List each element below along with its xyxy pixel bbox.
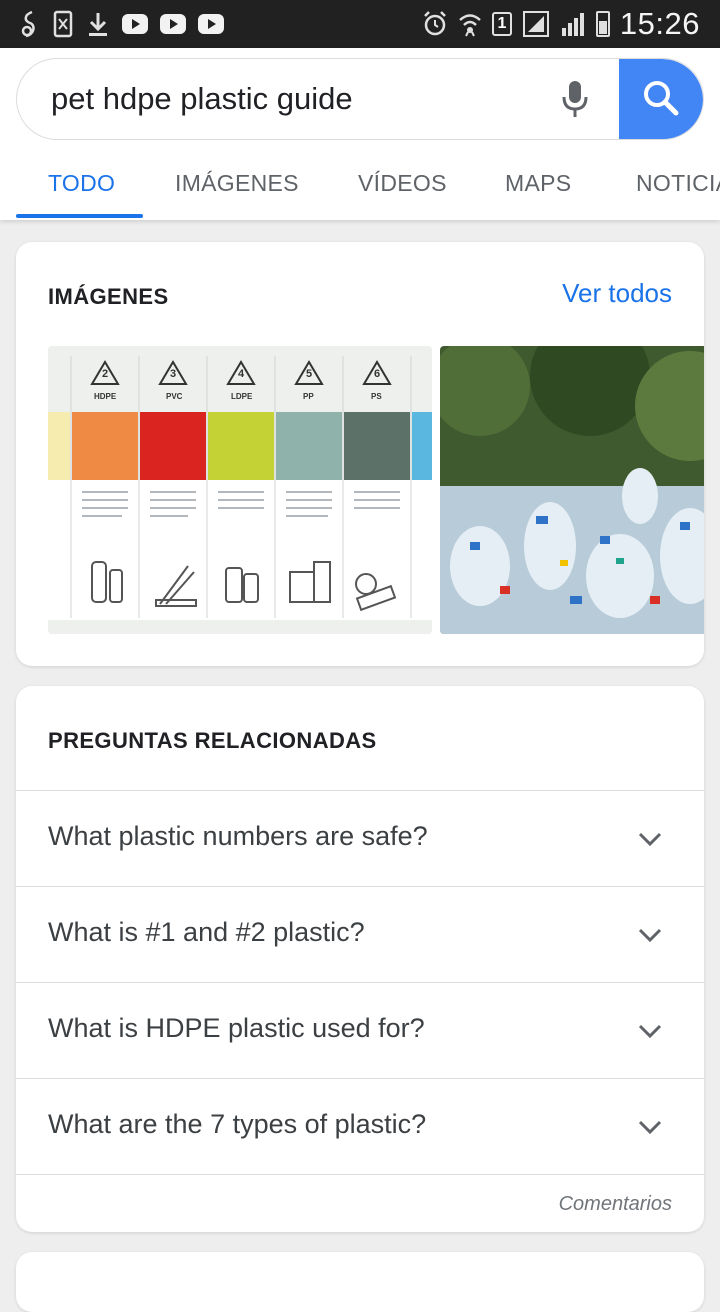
search-icon (641, 78, 681, 123)
question-row[interactable]: What is #1 and #2 plastic? (16, 886, 704, 982)
plastic-codes-chart-image (48, 346, 432, 634)
chevron-down-icon[interactable] (636, 1113, 664, 1141)
sim-slot-icon: 1 (491, 12, 512, 36)
chart-label-hdpe: HDPE (94, 392, 117, 401)
search-header: pet hdpe plastic guide TODO IMÁGENES VÍD… (0, 48, 720, 220)
next-result-card (16, 1252, 704, 1312)
clock: 15:26 (619, 6, 700, 41)
question-text: What are the 7 types of plastic? (48, 1109, 427, 1139)
system-icons: 1 15:26 (422, 6, 700, 42)
wifi-icon (458, 10, 482, 38)
chart-label-pp: PP (303, 392, 314, 401)
search-input[interactable]: pet hdpe plastic guide (51, 81, 353, 117)
feedback-row: Comentarios (16, 1174, 704, 1232)
chart-numbers-row: 2 3 4 5 6 (48, 368, 432, 382)
chart-number-3: 3 (170, 368, 177, 380)
chart-label-pvc: PVC (166, 392, 183, 401)
chart-labels-row: HDPE PVC LDPE PP PS (48, 392, 432, 404)
related-questions-card: PREGUNTAS RELACIONADAS What plastic numb… (16, 686, 704, 1232)
tab-noticias[interactable]: NOTICIAS (636, 170, 720, 197)
plastic-bottles-photo-thumbnail[interactable] (440, 346, 704, 634)
chart-number-6: 6 (374, 368, 381, 380)
chart-number-5: 5 (306, 368, 313, 380)
feedback-link[interactable]: Comentarios (559, 1193, 672, 1216)
youtube-icon (198, 14, 224, 34)
signal-bars-icon (560, 10, 586, 38)
plastic-bottles-photo (440, 346, 704, 634)
chart-label-ps: PS (371, 392, 382, 401)
status-bar: 1 15:26 (0, 0, 720, 48)
alarm-icon (422, 10, 448, 38)
chevron-down-icon[interactable] (636, 921, 664, 949)
audio-app-icon (18, 9, 40, 39)
images-card: IMÁGENES Ver todos HDPE PVC LDPE PP PS 2… (16, 242, 704, 666)
file-icon (52, 9, 74, 39)
chart-number-4: 4 (238, 368, 245, 380)
notification-icons (18, 8, 224, 40)
tab-imagenes[interactable]: IMÁGENES (175, 170, 299, 197)
question-row[interactable]: What are the 7 types of plastic? (16, 1078, 704, 1174)
see-all-link[interactable]: Ver todos (562, 278, 672, 309)
search-tabs: TODO IMÁGENES VÍDEOS MAPS NOTICIAS (0, 158, 720, 220)
chevron-down-icon[interactable] (636, 825, 664, 853)
chart-number-2: 2 (102, 368, 109, 380)
question-text: What is HDPE plastic used for? (48, 1013, 425, 1043)
signal-icon (522, 10, 550, 38)
tab-maps[interactable]: MAPS (505, 170, 571, 197)
battery-icon (595, 11, 610, 37)
microphone-icon[interactable] (557, 77, 593, 123)
chart-label-ldpe: LDPE (231, 392, 253, 401)
images-card-title: IMÁGENES (48, 284, 169, 309)
plastic-codes-chart-thumbnail[interactable]: HDPE PVC LDPE PP PS 2 3 4 5 6 (48, 346, 432, 634)
chevron-down-icon[interactable] (636, 1017, 664, 1045)
question-text: What is #1 and #2 plastic? (48, 917, 365, 947)
download-icon (86, 9, 110, 39)
question-row[interactable]: What plastic numbers are safe? (16, 790, 704, 886)
youtube-icon (160, 14, 186, 34)
tab-todo[interactable]: TODO (48, 170, 115, 197)
related-questions-title: PREGUNTAS RELACIONADAS (48, 728, 377, 753)
youtube-icon (122, 14, 148, 34)
search-box[interactable]: pet hdpe plastic guide (16, 58, 704, 140)
search-button[interactable] (619, 59, 703, 139)
active-tab-indicator (16, 214, 143, 218)
question-text: What plastic numbers are safe? (48, 821, 428, 851)
question-row[interactable]: What is HDPE plastic used for? (16, 982, 704, 1078)
tab-videos[interactable]: VÍDEOS (358, 170, 447, 197)
